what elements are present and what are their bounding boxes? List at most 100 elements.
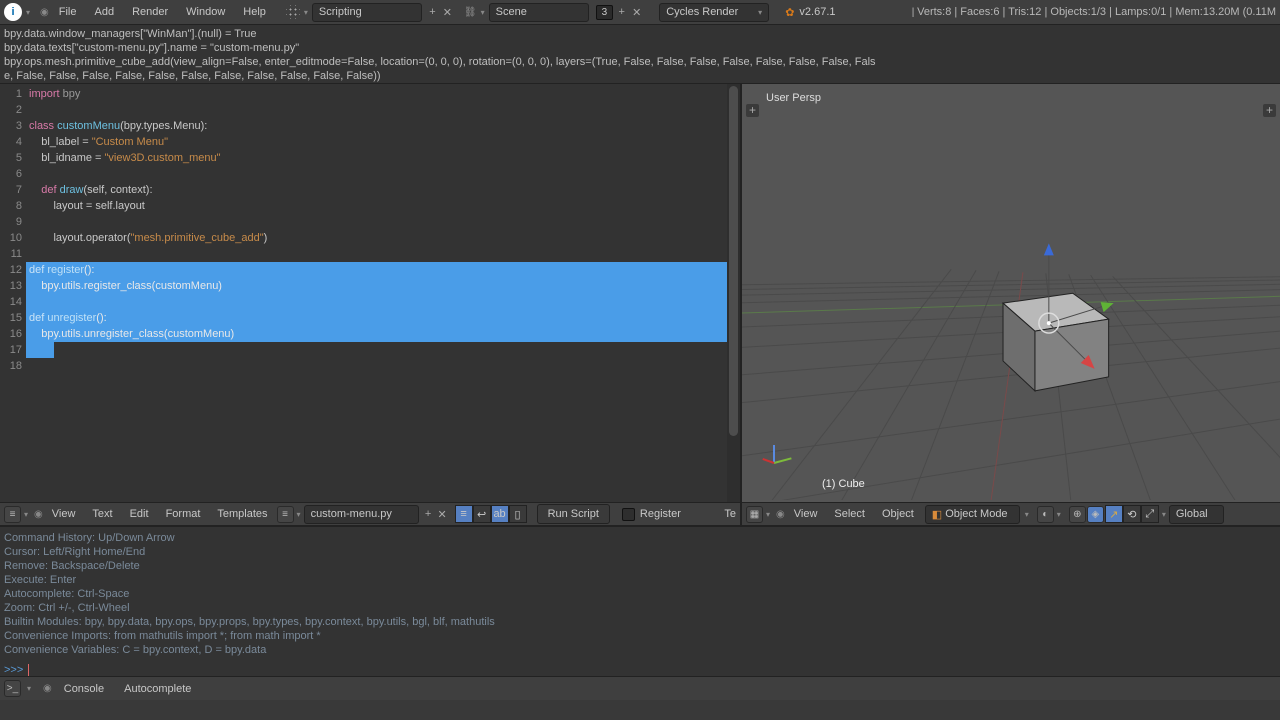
add-scene-button[interactable]: +	[615, 6, 628, 18]
cube-mesh	[1003, 293, 1109, 391]
scroll-thumb[interactable]	[729, 86, 738, 436]
code-line[interactable]: bpy.utils.register_class(customMenu)	[26, 278, 740, 294]
run-script-button[interactable]: Run Script	[537, 504, 610, 524]
text-browse-icon[interactable]: ≡	[277, 506, 294, 523]
delete-layout-button[interactable]: ✕	[441, 6, 454, 19]
chevron-down-icon[interactable]: ▾	[297, 510, 301, 519]
new-text-button[interactable]: +	[422, 508, 435, 520]
menu-add[interactable]: Add	[86, 2, 122, 22]
screen-layout-dropdown[interactable]: Scripting	[312, 3, 422, 22]
text-editor-area[interactable]: 123456789101112131415161718 import bpycl…	[0, 84, 740, 502]
code-line[interactable]	[26, 166, 740, 182]
code-line[interactable]: layout.operator("mesh.primitive_cube_add…	[26, 230, 740, 246]
code-line[interactable]: def unregister():	[26, 310, 740, 326]
console-output-line: Builtin Modules: bpy, bpy.data, bpy.ops,…	[4, 615, 1276, 629]
info-line: bpy.data.window_managers["WinMan"].(null…	[4, 27, 1276, 41]
info-line: bpy.data.texts["custom-menu.py"].name = …	[4, 41, 1276, 55]
text-display-toggles[interactable]: ≡ ↩ ab ▯	[455, 505, 527, 523]
vp-menu-select[interactable]: Select	[826, 504, 873, 524]
screen-browse-icon[interactable]	[286, 5, 300, 19]
unlink-text-button[interactable]: ✕	[436, 508, 449, 521]
console-menu-console[interactable]: Console	[56, 679, 112, 699]
text-file-dropdown[interactable]: custom-menu.py	[304, 505, 419, 524]
vp-menu-object[interactable]: Object	[874, 504, 922, 524]
code-line[interactable]: def draw(self, context):	[26, 182, 740, 198]
code-line[interactable]: bl_label = "Custom Menu"	[26, 134, 740, 150]
chevron-down-icon[interactable]: ▾	[24, 510, 28, 519]
python-console-area[interactable]: Command History: Up/Down ArrowCursor: Le…	[0, 526, 1280, 676]
record-icon[interactable]: ◉	[40, 7, 49, 18]
margin-toggle[interactable]: ▯	[509, 505, 527, 523]
menu-render[interactable]: Render	[124, 2, 176, 22]
vp-menu-view[interactable]: View	[786, 504, 826, 524]
chevron-down-icon[interactable]: ▾	[304, 8, 308, 17]
text-editor-header: ≡ ▾ ◉ View Text Edit Format Templates ≡ …	[0, 502, 740, 526]
pivot-icon[interactable]: ⊕	[1069, 506, 1086, 523]
code-line[interactable]	[26, 214, 740, 230]
manipulator-mode-toggles[interactable]: ↗ ⟲ ⤢	[1105, 505, 1159, 523]
toolshelf-toggle[interactable]: +	[746, 104, 759, 117]
text-menu-format[interactable]: Format	[158, 504, 209, 524]
info-report-area: bpy.data.window_managers["WinMan"].(null…	[0, 25, 1280, 84]
menu-help[interactable]: Help	[235, 2, 274, 22]
code-text-area[interactable]: import bpy class customMenu(bpy.types.Men…	[26, 84, 740, 502]
syntax-hl-toggle[interactable]: ab	[491, 505, 509, 523]
chevron-down-icon[interactable]: ▾	[481, 8, 485, 17]
chevron-down-icon[interactable]: ▾	[26, 8, 30, 17]
console-output-line: Command History: Up/Down Arrow	[4, 531, 1276, 545]
menu-file[interactable]: File	[51, 2, 85, 22]
chevron-down-icon[interactable]: ▾	[1057, 510, 1061, 519]
mode-dropdown[interactable]: ◧ Object Mode	[925, 505, 1020, 524]
render-engine-dropdown[interactable]: Cycles Render ▾	[659, 3, 769, 22]
chevron-down-icon[interactable]: ▾	[766, 510, 770, 519]
console-prompt[interactable]: >>>	[4, 663, 1276, 676]
orientation-dropdown[interactable]: Global	[1169, 505, 1224, 524]
chevron-down-icon[interactable]: ▾	[1025, 510, 1029, 519]
code-line[interactable]: bpy.utils.unregister_class(customMenu)	[26, 326, 740, 342]
shading-mode-icon[interactable]: ◐	[1037, 506, 1054, 523]
code-line[interactable]: class customMenu(bpy.types.Menu):	[26, 118, 740, 134]
record-icon[interactable]: ◉	[43, 683, 52, 694]
chevron-down-icon[interactable]: ▾	[1162, 510, 1166, 519]
code-line[interactable]	[26, 246, 740, 262]
scene-dropdown[interactable]: Scene	[489, 3, 589, 22]
code-line[interactable]: def register():	[26, 262, 740, 278]
blender-logo-icon[interactable]: i	[4, 3, 22, 21]
chevron-down-icon[interactable]: ▾	[27, 684, 31, 693]
scene-stats: | Verts:8 | Faces:6 | Tris:12 | Objects:…	[912, 6, 1276, 18]
menu-window[interactable]: Window	[178, 2, 233, 22]
editor-type-icon[interactable]: >_	[4, 680, 21, 697]
add-layout-button[interactable]: +	[426, 6, 439, 18]
text-scrollbar[interactable]	[727, 84, 740, 502]
text-menu-templates[interactable]: Templates	[209, 504, 275, 524]
record-icon[interactable]: ◉	[34, 509, 43, 520]
scale-gizmo-icon[interactable]: ⤢	[1141, 505, 1159, 523]
console-output-line: Execute: Enter	[4, 573, 1276, 587]
rotate-gizmo-icon[interactable]: ⟲	[1123, 505, 1141, 523]
word-wrap-toggle[interactable]: ↩	[473, 505, 491, 523]
editor-type-icon[interactable]: ▦	[746, 506, 763, 523]
scene-browse-icon[interactable]	[464, 6, 477, 18]
info-line: bpy.ops.mesh.primitive_cube_add(view_ali…	[4, 55, 1276, 69]
text-menu-view[interactable]: View	[44, 504, 84, 524]
code-line[interactable]: import bpy	[26, 86, 740, 102]
text-menu-edit[interactable]: Edit	[122, 504, 157, 524]
translate-gizmo-icon[interactable]: ↗	[1105, 505, 1123, 523]
3d-viewport[interactable]: + + User Persp (1) Cube	[740, 84, 1280, 502]
register-checkbox[interactable]	[622, 508, 635, 521]
record-icon[interactable]: ◉	[776, 509, 785, 520]
code-line[interactable]	[26, 358, 740, 374]
code-line[interactable]	[26, 102, 740, 118]
console-menu-autocomplete[interactable]: Autocomplete	[116, 679, 199, 699]
active-object-label: (1) Cube	[822, 478, 865, 490]
delete-scene-button[interactable]: ✕	[630, 6, 643, 19]
code-line[interactable]: bl_idname = "view3D.custom_menu"	[26, 150, 740, 166]
code-line[interactable]	[26, 294, 740, 310]
editor-type-icon[interactable]: ≡	[4, 506, 21, 523]
text-menu-text[interactable]: Text	[84, 504, 120, 524]
code-line[interactable]	[26, 342, 740, 358]
line-numbers-toggle[interactable]: ≡	[455, 505, 473, 523]
manipulator-toggle[interactable]: ◈	[1087, 506, 1104, 523]
code-line[interactable]: layout = self.layout	[26, 198, 740, 214]
properties-toggle[interactable]: +	[1263, 104, 1276, 117]
